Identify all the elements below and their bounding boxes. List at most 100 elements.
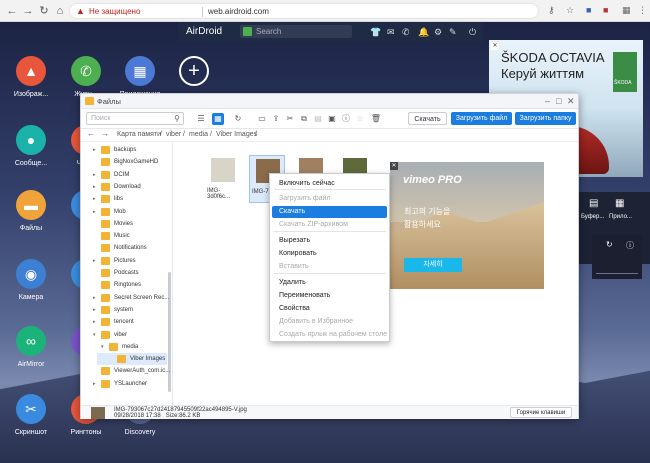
chat-icon[interactable]: ● [16,125,46,155]
context-menu-item[interactable]: Копировать [272,248,387,260]
phone-icon[interactable]: ✆ [71,56,101,86]
clipboard-label[interactable]: Буфер... [581,214,604,220]
window-titlebar[interactable]: Файлы – □ ✕ [81,94,578,109]
context-menu-item[interactable]: Скачать [272,206,387,218]
desktop-icon-label[interactable]: AirMirror [1,361,61,368]
grid-view-icon[interactable]: ▦ [212,113,224,125]
upload-file-button[interactable]: Загрузить файл [451,112,512,125]
favorite-icon[interactable]: ☆ [354,113,366,125]
tshirt-icon[interactable]: 👕 [370,26,381,38]
extension-icon[interactable]: ■ [586,4,591,16]
apps-icon[interactable]: ▦ [125,56,155,86]
tree-item[interactable]: ▸ tencent [81,316,167,328]
tree-item[interactable]: Ringtones [81,279,167,291]
scissors-icon[interactable]: ✂ [16,394,46,424]
edit-icon[interactable]: ✎ [449,26,457,38]
vimeo-ad[interactable]: vimeo PRO 최고의 기능을 활용하세요 자세히 [390,162,544,289]
image-icon[interactable]: ▲ [16,56,46,86]
paste-icon[interactable]: ▤ [312,113,324,125]
ad-close-icon[interactable]: ✕ [491,42,499,50]
search-icon[interactable]: ⚲ [174,114,180,123]
tree-arrow-icon[interactable]: ▸ [93,304,96,316]
bell-icon[interactable]: 🔔 [418,26,429,38]
tree-item[interactable]: ▸ libs [81,193,167,205]
desktop-icon-label[interactable]: Изображ... [1,91,61,98]
url-text[interactable]: web.airdroid.com [208,7,269,16]
power-icon[interactable]: ⏻ [469,26,476,38]
tree-item[interactable]: ▾ viber [81,329,167,341]
star-icon[interactable]: ☆ [566,4,574,16]
desktop-icon-label[interactable]: Файлы [1,225,61,232]
context-menu-item[interactable]: Удалить [272,277,387,289]
desktop-icon-label[interactable]: Сообще... [1,160,61,167]
reload-icon[interactable]: ↻ [38,5,50,17]
tree-item[interactable]: Viber Images [97,353,167,366]
tree-item[interactable]: Notifications [81,242,167,254]
tree-item[interactable]: Movies [81,218,167,230]
address-bar[interactable]: ▲ Не защищено web.airdroid.com [69,3,539,19]
tree-item[interactable]: Podcasts [81,267,167,279]
apps-icon[interactable]: ▦ [615,198,624,209]
file-search-input[interactable]: Поиск ⚲ [86,112,184,125]
menu-icon[interactable]: ⋮ [638,4,647,16]
tree-arrow-icon[interactable]: ▾ [101,341,104,353]
context-menu-item[interactable]: Свойства [272,303,387,315]
new-folder-icon[interactable]: ▭ [256,113,268,125]
tree-arrow-icon[interactable]: ▸ [93,255,96,267]
info-icon[interactable]: ⓘ [626,240,634,251]
context-menu-item[interactable]: Вырезать [272,235,387,247]
forward-icon[interactable]: → [22,5,34,17]
folder-icon[interactable]: ▬ [16,190,46,220]
download-button[interactable]: Скачать [408,112,447,125]
breadcrumb-item[interactable]: media [189,131,208,138]
home-icon[interactable]: ⌂ [54,5,66,17]
tree-item[interactable]: ▸ YSLauncher [81,378,167,390]
maximize-icon[interactable]: □ [556,96,561,106]
tree-item[interactable]: ▸ Secret Screen Rec... [81,292,169,304]
breadcrumb-item[interactable]: Viber Images [216,131,257,138]
ad-cta-button[interactable]: 자세히 [404,258,462,272]
back-icon[interactable]: ← [6,5,18,17]
close-icon[interactable]: ✕ [567,96,575,106]
tree-item[interactable]: ▾ media [89,341,167,353]
upload-folder-button[interactable]: Загрузить папку [515,112,576,125]
back-arrow-icon[interactable]: ← [87,129,95,138]
list-view-icon[interactable]: ☰ [195,113,207,125]
tree-item[interactable]: ▸ DCIM [81,169,167,181]
extension-icon[interactable]: ▦ [622,4,631,16]
camera-icon[interactable]: ◉ [16,259,46,289]
hotkeys-button[interactable]: Горячие клавиши [510,407,572,418]
tree-arrow-icon[interactable]: ▸ [93,144,96,156]
context-menu-item[interactable]: Переименовать [272,290,387,302]
tree-item[interactable]: ▸ Pictures [81,255,167,267]
tree-item[interactable]: BigNoxGameHD [81,156,167,168]
tree-arrow-icon[interactable]: ▾ [93,329,96,341]
tree-arrow-icon[interactable]: ▸ [93,292,96,304]
extension-icon[interactable]: ■ [603,4,608,16]
info-icon[interactable]: ⓘ [340,113,352,125]
forward-arrow-icon[interactable]: → [101,129,109,138]
rename-icon[interactable]: ▣ [326,113,338,125]
plus-icon[interactable]: + [179,56,209,86]
breadcrumb-item[interactable]: viber [166,131,181,138]
desktop-icon-label[interactable]: Рингтоны [56,429,116,436]
refresh-icon[interactable]: ↻ [606,240,613,249]
cut-icon[interactable]: ✂ [284,113,296,125]
tree-item[interactable]: ▸ Mob [81,206,167,218]
delete-icon[interactable]: 🗑 [370,113,382,125]
tree-arrow-icon[interactable]: ▸ [93,193,96,205]
minimize-icon[interactable]: – [545,96,550,106]
copy-icon[interactable]: ⧉ [298,113,310,125]
key-icon[interactable]: ⚷ [548,4,555,16]
tree-arrow-icon[interactable]: ▸ [93,378,96,390]
desktop-icon-label[interactable]: Камера [1,294,61,301]
desktop-icon-label[interactable]: Скриншот [1,429,61,436]
tree-item[interactable]: ViewerAuth_com.ic... [81,365,170,377]
apps-label[interactable]: Прило... [609,214,632,220]
breadcrumb-item[interactable]: Карта памяти [117,131,161,138]
tree-arrow-icon[interactable]: ▸ [93,206,96,218]
gear-icon[interactable]: ⚙ [434,26,442,38]
tree-arrow-icon[interactable]: ▸ [93,169,96,181]
phone-icon[interactable]: ✆ [402,26,410,38]
tree-item[interactable]: ▸ backups [81,144,167,156]
